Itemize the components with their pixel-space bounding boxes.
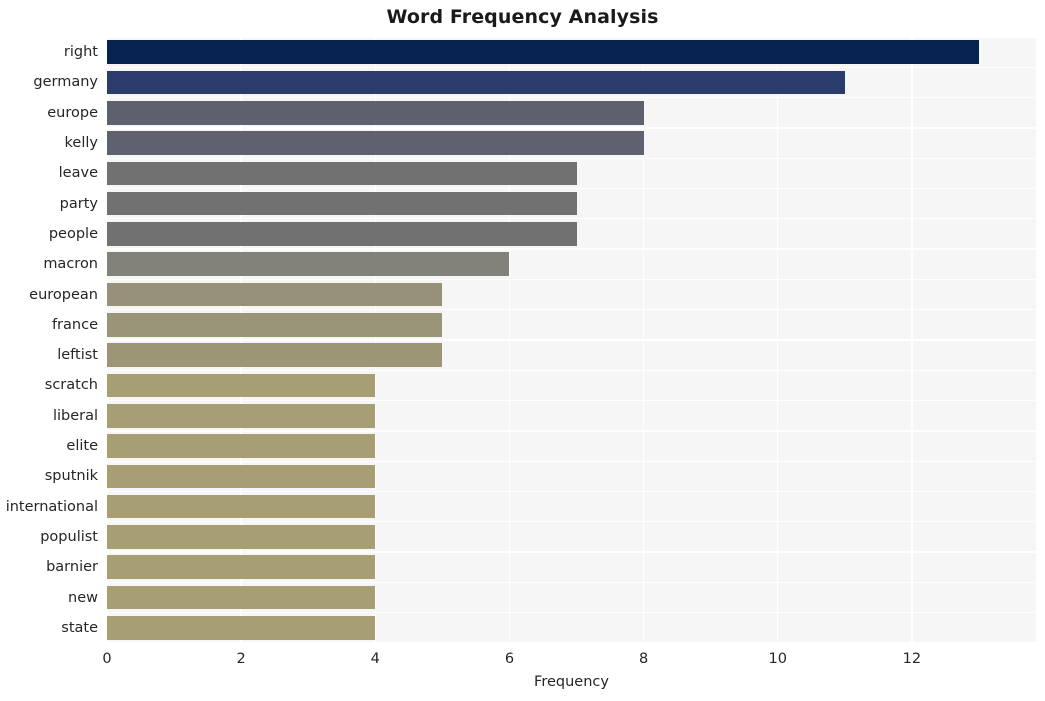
x-tick-label: 12: [902, 651, 922, 667]
gridline-horizontal: [107, 490, 1036, 493]
y-tick-label: liberal: [52, 407, 98, 424]
bar-kelly[interactable]: [107, 131, 644, 155]
bar-row: [107, 313, 1036, 337]
bar-elite[interactable]: [107, 434, 376, 458]
bar-row: [107, 616, 1036, 640]
y-tick-label: elite: [66, 438, 98, 455]
chart-figure: Word Frequency Analysis right germany euro…: [0, 0, 1045, 701]
y-tick-label: sputnik: [44, 468, 98, 485]
bar-leave[interactable]: [107, 161, 577, 186]
bar-row: [107, 252, 1036, 277]
x-tick-label: 2: [236, 651, 246, 667]
y-tick-label: new: [68, 589, 98, 606]
gridline-horizontal: [107, 551, 1036, 553]
x-tick-label: 4: [370, 651, 380, 667]
y-tick-label: european: [29, 286, 98, 303]
bar-row: [107, 464, 1036, 489]
x-axis-label: Frequency: [534, 674, 609, 690]
y-tick-label: scratch: [44, 377, 98, 394]
y-tick-label: leave: [58, 165, 98, 182]
gridline-horizontal: [107, 612, 1036, 614]
bar-row: [107, 100, 1036, 125]
x-tick-label: 0: [102, 651, 112, 667]
gridline-horizontal: [107, 309, 1036, 311]
bar-row: [107, 555, 1036, 580]
y-tick-label: right: [63, 44, 98, 61]
bar-row: [107, 131, 1036, 155]
gridline-horizontal: [107, 642, 1036, 643]
y-tick-label: germany: [33, 74, 98, 91]
gridline-horizontal: [107, 521, 1036, 523]
y-tick-label: people: [48, 225, 98, 242]
bar-sputnik[interactable]: [107, 464, 376, 489]
bar-people[interactable]: [107, 222, 577, 246]
bar-row: [107, 403, 1036, 428]
plot-area: [107, 37, 1036, 643]
gridline-horizontal: [107, 187, 1036, 190]
gridline-horizontal: [107, 339, 1036, 341]
bar-populist[interactable]: [107, 525, 376, 549]
bar-row: [107, 343, 1036, 367]
bar-row: [107, 585, 1036, 610]
x-tick-label: 8: [638, 651, 649, 667]
page-title: Word Frequency Analysis: [386, 6, 659, 28]
gridline-horizontal: [107, 66, 1036, 68]
bar-row: [107, 161, 1036, 186]
y-tick-label: macron: [43, 256, 98, 273]
gridline-horizontal: [107, 581, 1036, 584]
x-tick-label: 10: [768, 651, 787, 667]
gridline-horizontal: [107, 248, 1036, 250]
bar-row: [107, 525, 1036, 549]
y-tick-label: state: [61, 619, 98, 636]
bar-row: [107, 40, 1036, 64]
y-tick-label: kelly: [64, 135, 98, 152]
bar-row: [107, 222, 1036, 246]
gridline-horizontal: [107, 430, 1036, 432]
y-tick-label: party: [59, 195, 98, 212]
bar-right[interactable]: [107, 40, 979, 64]
bar-new[interactable]: [107, 585, 376, 610]
y-tick-label: international: [5, 498, 98, 515]
bar-liberal[interactable]: [107, 403, 376, 428]
bar-european[interactable]: [107, 282, 443, 307]
bar-leftist[interactable]: [107, 343, 443, 367]
gridline-horizontal: [107, 399, 1036, 402]
x-tick-label: 6: [504, 651, 515, 667]
bar-row: [107, 373, 1036, 398]
bar-row: [107, 282, 1036, 307]
gridline-horizontal: [107, 127, 1036, 129]
gridline-horizontal: [107, 460, 1036, 462]
bar-barnier[interactable]: [107, 555, 376, 580]
bar-germany[interactable]: [107, 70, 845, 95]
y-axis-tick-labels: right germany europe kelly leave party people m…: [0, 0, 98, 701]
bar-macron[interactable]: [107, 252, 510, 277]
bar-europe[interactable]: [107, 100, 644, 125]
gridline-horizontal: [107, 278, 1036, 281]
y-tick-label: france: [51, 316, 98, 333]
y-tick-label: europe: [47, 104, 98, 121]
gridline-horizontal: [107, 96, 1036, 99]
bar-row: [107, 494, 1036, 519]
bar-row: [107, 191, 1036, 216]
bar-row: [107, 70, 1036, 95]
bar-france[interactable]: [107, 313, 443, 337]
bar-party[interactable]: [107, 191, 577, 216]
bar-state[interactable]: [107, 616, 376, 640]
bar-row: [107, 434, 1036, 458]
gridline-horizontal: [107, 157, 1036, 159]
gridline-horizontal: [107, 37, 1036, 38]
gridline-horizontal: [107, 369, 1036, 371]
y-tick-label: leftist: [57, 347, 98, 364]
y-tick-label: populist: [40, 528, 98, 545]
y-tick-label: barnier: [46, 559, 98, 576]
bar-scratch[interactable]: [107, 373, 376, 398]
bar-international[interactable]: [107, 494, 376, 519]
gridline-horizontal: [107, 218, 1036, 220]
